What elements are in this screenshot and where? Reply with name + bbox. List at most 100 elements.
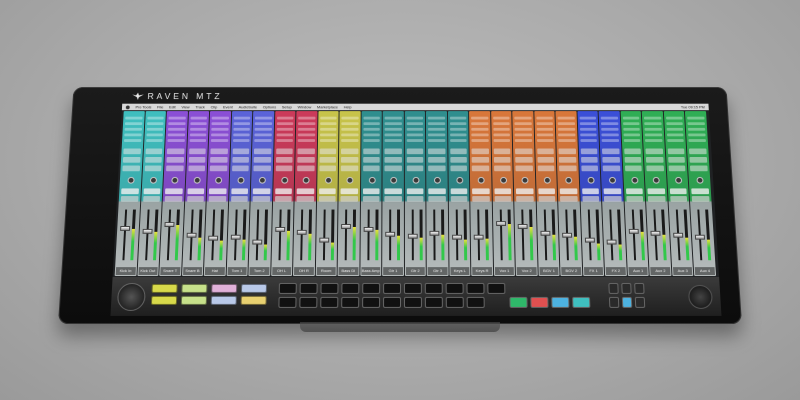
pan-knob[interactable]	[521, 176, 529, 184]
fader-track[interactable]	[631, 209, 636, 261]
fader-cap[interactable]	[562, 232, 573, 238]
insert-slot[interactable]	[601, 116, 618, 120]
batch-function-button[interactable]	[211, 283, 238, 293]
send-button[interactable]	[297, 165, 315, 172]
send-button[interactable]	[602, 148, 620, 155]
fader-cap[interactable]	[363, 226, 374, 232]
insert-slot[interactable]	[124, 122, 142, 126]
mute-button[interactable]	[186, 188, 205, 195]
send-button[interactable]	[537, 165, 555, 172]
insert-slot[interactable]	[536, 133, 554, 137]
channel-strip[interactable]: Bass Amp	[360, 111, 382, 277]
send-button[interactable]	[493, 148, 511, 155]
pan-knob[interactable]	[434, 176, 442, 184]
insert-slot[interactable]	[363, 133, 380, 137]
mute-button[interactable]	[296, 188, 314, 195]
pan-knob[interactable]	[237, 176, 245, 184]
channel-strip[interactable]: Room	[315, 111, 339, 277]
mute-button[interactable]	[208, 188, 227, 195]
send-button[interactable]	[166, 148, 185, 155]
pan-knob[interactable]	[302, 176, 310, 184]
pan-knob[interactable]	[674, 176, 683, 184]
batch-tool-button[interactable]	[299, 296, 318, 308]
insert-slot[interactable]	[688, 133, 706, 137]
batch-accent-button[interactable]	[572, 296, 591, 308]
channel-strip[interactable]: Vox 1	[490, 111, 516, 277]
send-button[interactable]	[406, 157, 424, 163]
insert-slot[interactable]	[168, 122, 186, 126]
insert-slot[interactable]	[666, 127, 684, 131]
fader-cap[interactable]	[673, 232, 684, 238]
fader-cap[interactable]	[540, 230, 551, 236]
insert-slot[interactable]	[601, 122, 619, 126]
solo-button[interactable]	[362, 196, 380, 202]
send-button[interactable]	[471, 165, 490, 172]
insert-slot[interactable]	[384, 116, 402, 120]
insert-slot[interactable]	[341, 139, 359, 142]
mute-button[interactable]	[647, 188, 666, 195]
insert-slot[interactable]	[492, 116, 510, 120]
channel-strip[interactable]: Keys R	[469, 111, 493, 277]
insert-slot[interactable]	[623, 133, 641, 137]
insert-slot[interactable]	[688, 139, 706, 142]
pan-knob[interactable]	[653, 176, 661, 184]
insert-slot[interactable]	[319, 116, 337, 120]
send-button[interactable]	[231, 157, 250, 163]
batch-function-button[interactable]	[181, 283, 208, 293]
send-button[interactable]	[319, 157, 337, 163]
insert-slot[interactable]	[406, 133, 424, 137]
menu-window[interactable]: Window	[298, 105, 312, 110]
insert-slot[interactable]	[341, 116, 359, 120]
insert-slot[interactable]	[189, 122, 207, 126]
insert-slot[interactable]	[493, 127, 511, 131]
mute-button[interactable]	[318, 188, 336, 195]
pan-knob[interactable]	[346, 176, 354, 184]
batch-tool-button[interactable]	[383, 282, 401, 294]
mute-button[interactable]	[121, 188, 139, 195]
insert-slot[interactable]	[471, 116, 489, 120]
solo-button[interactable]	[186, 196, 204, 202]
insert-slot[interactable]	[622, 122, 640, 126]
fader-track[interactable]	[255, 209, 260, 261]
mute-button[interactable]	[143, 188, 161, 195]
fader-track[interactable]	[278, 209, 282, 261]
insert-slot[interactable]	[298, 116, 316, 120]
fader-track[interactable]	[166, 209, 172, 261]
send-button[interactable]	[275, 148, 293, 155]
pan-knob[interactable]	[368, 176, 376, 184]
insert-slot[interactable]	[146, 127, 164, 131]
insert-slot[interactable]	[145, 133, 163, 137]
insert-slot[interactable]	[493, 122, 510, 126]
send-button[interactable]	[144, 165, 162, 172]
batch-tool-button[interactable]	[383, 296, 401, 308]
batch-tool-button[interactable]	[341, 296, 360, 308]
batch-function-button[interactable]	[240, 283, 268, 293]
insert-slot[interactable]	[254, 139, 272, 142]
insert-slot[interactable]	[189, 139, 207, 142]
insert-slot[interactable]	[557, 122, 575, 126]
solo-button[interactable]	[252, 196, 270, 202]
mute-button[interactable]	[691, 188, 710, 195]
fader-cap[interactable]	[341, 224, 352, 229]
insert-slot[interactable]	[579, 122, 597, 126]
menu-pro-tools[interactable]: Pro Tools	[135, 105, 151, 110]
batch-function-button[interactable]	[210, 295, 237, 305]
pan-knob[interactable]	[412, 176, 420, 184]
batch-tool-button[interactable]	[341, 282, 360, 294]
insert-slot[interactable]	[276, 116, 294, 120]
send-button[interactable]	[646, 165, 664, 172]
pan-knob[interactable]	[565, 176, 573, 184]
solo-button[interactable]	[142, 196, 161, 202]
fader-cap[interactable]	[252, 239, 263, 245]
send-button[interactable]	[253, 165, 271, 172]
fader-cap[interactable]	[208, 235, 219, 241]
fader-cap[interactable]	[230, 234, 241, 240]
mute-button[interactable]	[428, 188, 446, 195]
send-button[interactable]	[384, 157, 402, 163]
send-button[interactable]	[210, 157, 228, 163]
send-button[interactable]	[515, 165, 533, 172]
send-button[interactable]	[406, 148, 424, 155]
insert-slot[interactable]	[428, 139, 446, 142]
insert-slot[interactable]	[449, 122, 467, 126]
batch-tool-button[interactable]	[362, 282, 381, 294]
